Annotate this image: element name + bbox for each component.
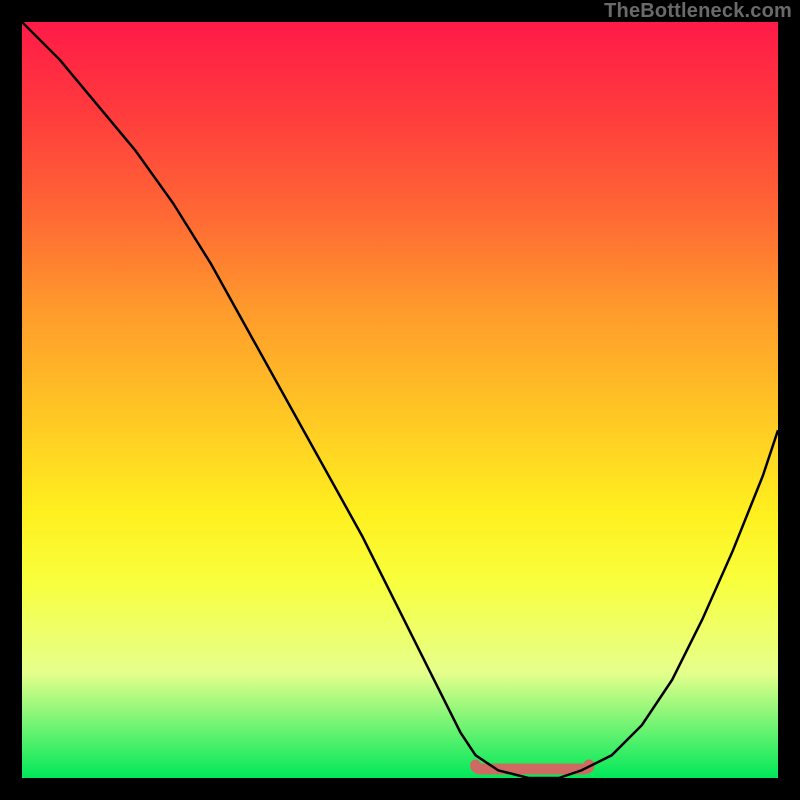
curve-layer xyxy=(22,22,778,778)
bottleneck-curve-line xyxy=(22,22,778,778)
plot-area xyxy=(22,22,778,778)
bottleneck-chart: TheBottleneck.com xyxy=(0,0,800,800)
attribution-label: TheBottleneck.com xyxy=(604,0,792,23)
